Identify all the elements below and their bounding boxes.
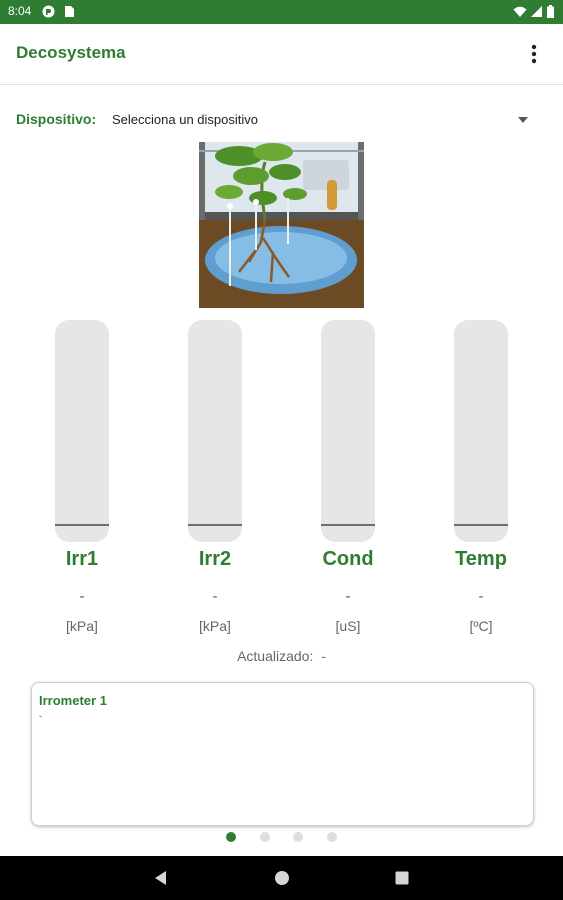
gauge-unit-cond: [uS] [335, 618, 361, 634]
gauge-name-cond: Cond [322, 548, 374, 570]
notification-icon [42, 5, 55, 18]
app-title: Decosystema [16, 43, 126, 62]
card-value: - [39, 711, 42, 721]
device-dropdown-value[interactable]: Selecciona un dispositivo [112, 112, 258, 127]
page-indicator [0, 830, 563, 844]
gauge-unit-irr2: [kPa] [199, 618, 231, 634]
page-dot-3[interactable] [293, 832, 303, 842]
last-updated-label: Actualizado: [237, 648, 314, 664]
gauge-name-irr1: Irr1 [65, 548, 99, 570]
signal-icon [531, 6, 542, 17]
status-bar: 8:04 [0, 0, 563, 24]
navigation-bar [0, 856, 563, 900]
gauge-name-temp: Temp [455, 548, 507, 570]
battery-icon [547, 5, 554, 18]
device-label: Dispositivo: [16, 111, 97, 127]
dropdown-arrow-icon[interactable] [516, 114, 530, 126]
page-dot-2[interactable] [260, 832, 270, 842]
irr1-gauge [55, 320, 109, 542]
status-time: 8:04 [8, 4, 32, 18]
app-bar: Decosystema [0, 24, 563, 85]
cond-gauge [321, 320, 375, 542]
sensor-chart-card[interactable]: Irrometer 1 - [31, 682, 534, 826]
page-dot-4[interactable] [327, 832, 337, 842]
page-dot-1[interactable] [226, 832, 236, 842]
more-vert-icon[interactable] [520, 40, 548, 68]
irr2-gauge [188, 320, 242, 542]
gauge-value-irr2: - [212, 588, 218, 605]
last-updated-value: - [321, 648, 326, 664]
recents-icon[interactable] [391, 867, 413, 889]
home-icon[interactable] [271, 867, 293, 889]
wifi-icon [513, 6, 527, 17]
gauge-unit-temp: [ºC] [469, 618, 493, 634]
gauge-unit-irr1: [kPa] [66, 618, 98, 634]
device-selector[interactable]: Dispositivo: Selecciona un dispositivo [16, 108, 546, 134]
gauge-name-irr2: Irr2 [198, 548, 232, 570]
back-icon[interactable] [150, 867, 172, 889]
gauge-value-temp: - [478, 588, 484, 605]
gauge-value-cond: - [345, 588, 351, 605]
temp-gauge [454, 320, 508, 542]
sim-card-icon [65, 6, 74, 17]
gauge-value-irr1: - [79, 588, 85, 605]
last-updated: Actualizado: - [0, 648, 563, 664]
plant-soil-sensor-illustration [199, 142, 364, 308]
card-title: Irrometer 1 [39, 693, 107, 708]
